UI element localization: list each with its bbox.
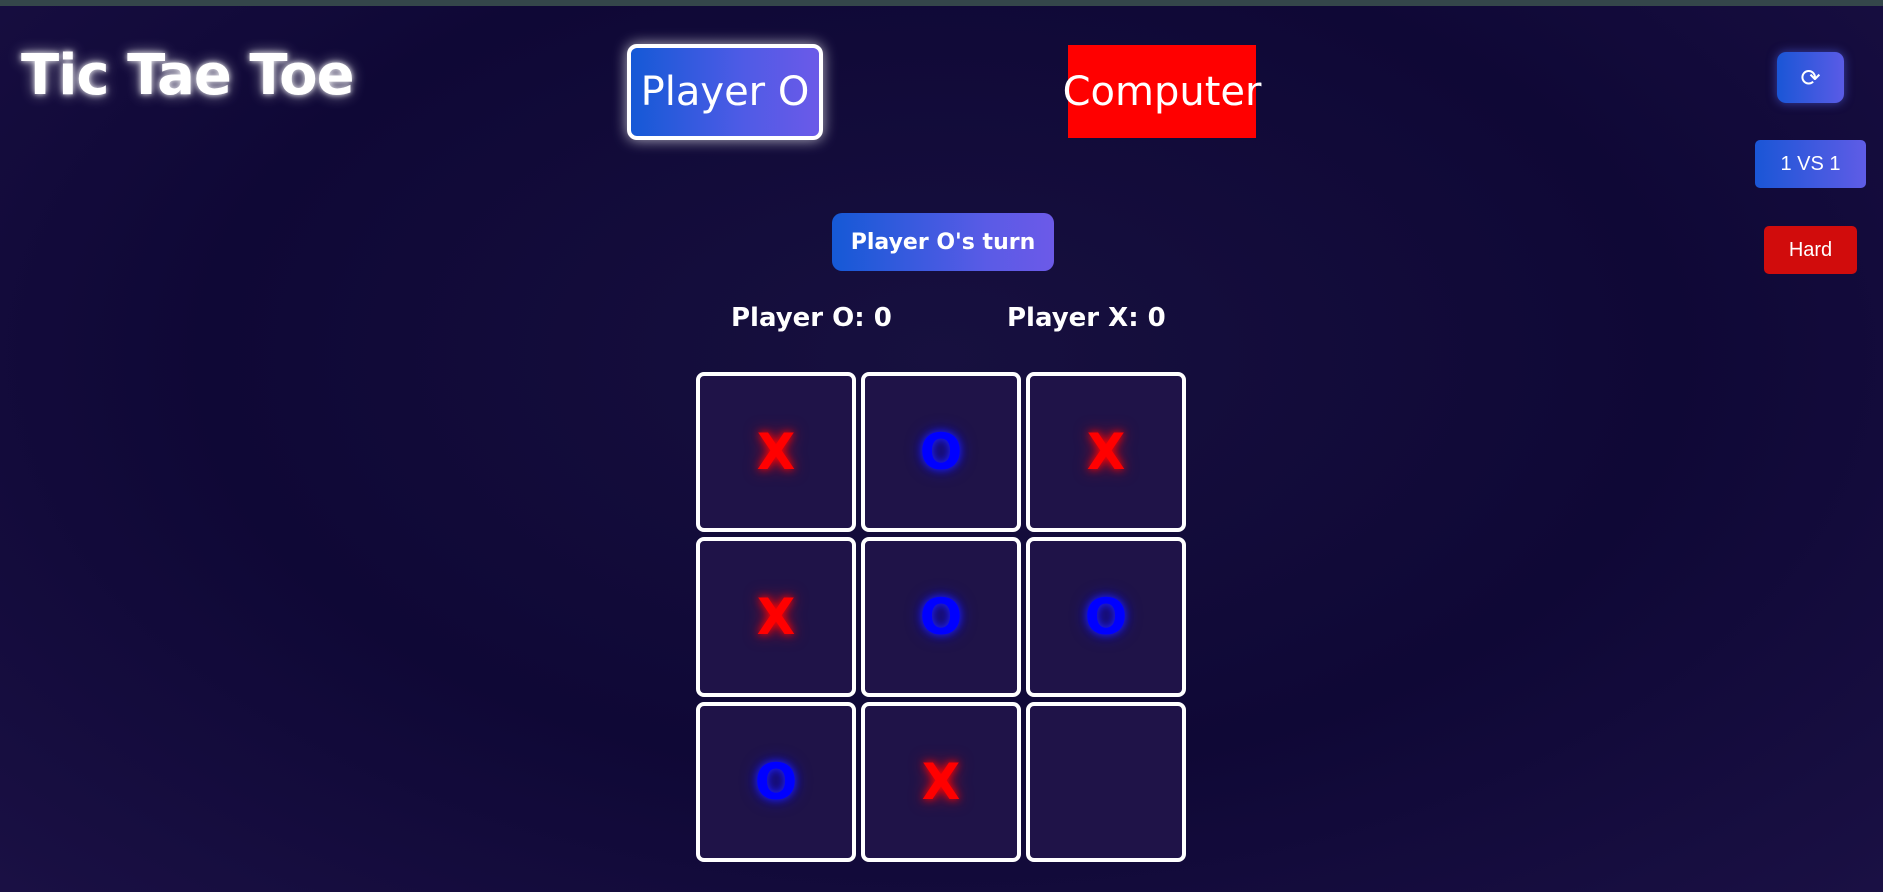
cell-mark: O [919, 588, 963, 646]
game-board: X O X X O O O X [696, 372, 1190, 866]
board-cell[interactable]: X [861, 702, 1021, 862]
cell-mark: O [919, 423, 963, 481]
board-cell[interactable]: X [696, 372, 856, 532]
cell-mark: O [754, 753, 798, 811]
mode-button[interactable]: 1 VS 1 [1755, 140, 1866, 188]
refresh-icon: ⟳ [1800, 63, 1821, 92]
score-player-x: Player X: 0 [1007, 303, 1166, 333]
board-cell[interactable] [1026, 702, 1186, 862]
cell-mark: X [756, 423, 796, 481]
board-cell[interactable]: X [696, 537, 856, 697]
difficulty-button[interactable]: Hard [1764, 226, 1857, 274]
cell-mark: X [756, 588, 796, 646]
cell-mark: X [1086, 423, 1126, 481]
app-title: Tic Tae Toe [21, 43, 355, 108]
board-cell[interactable]: O [861, 372, 1021, 532]
score-player-o: Player O: 0 [731, 303, 892, 333]
board-cell[interactable]: O [696, 702, 856, 862]
board-cell[interactable]: O [861, 537, 1021, 697]
cell-mark: X [921, 753, 961, 811]
top-strip [0, 0, 1883, 6]
opponent-badge: Computer [1063, 45, 1261, 138]
active-player-badge: Player O [627, 44, 823, 140]
board-cell[interactable]: O [1026, 537, 1186, 697]
cell-mark: O [1084, 588, 1128, 646]
turn-indicator: Player O's turn [832, 213, 1054, 271]
reset-button[interactable]: ⟳ [1777, 52, 1844, 103]
board-cell[interactable]: X [1026, 372, 1186, 532]
